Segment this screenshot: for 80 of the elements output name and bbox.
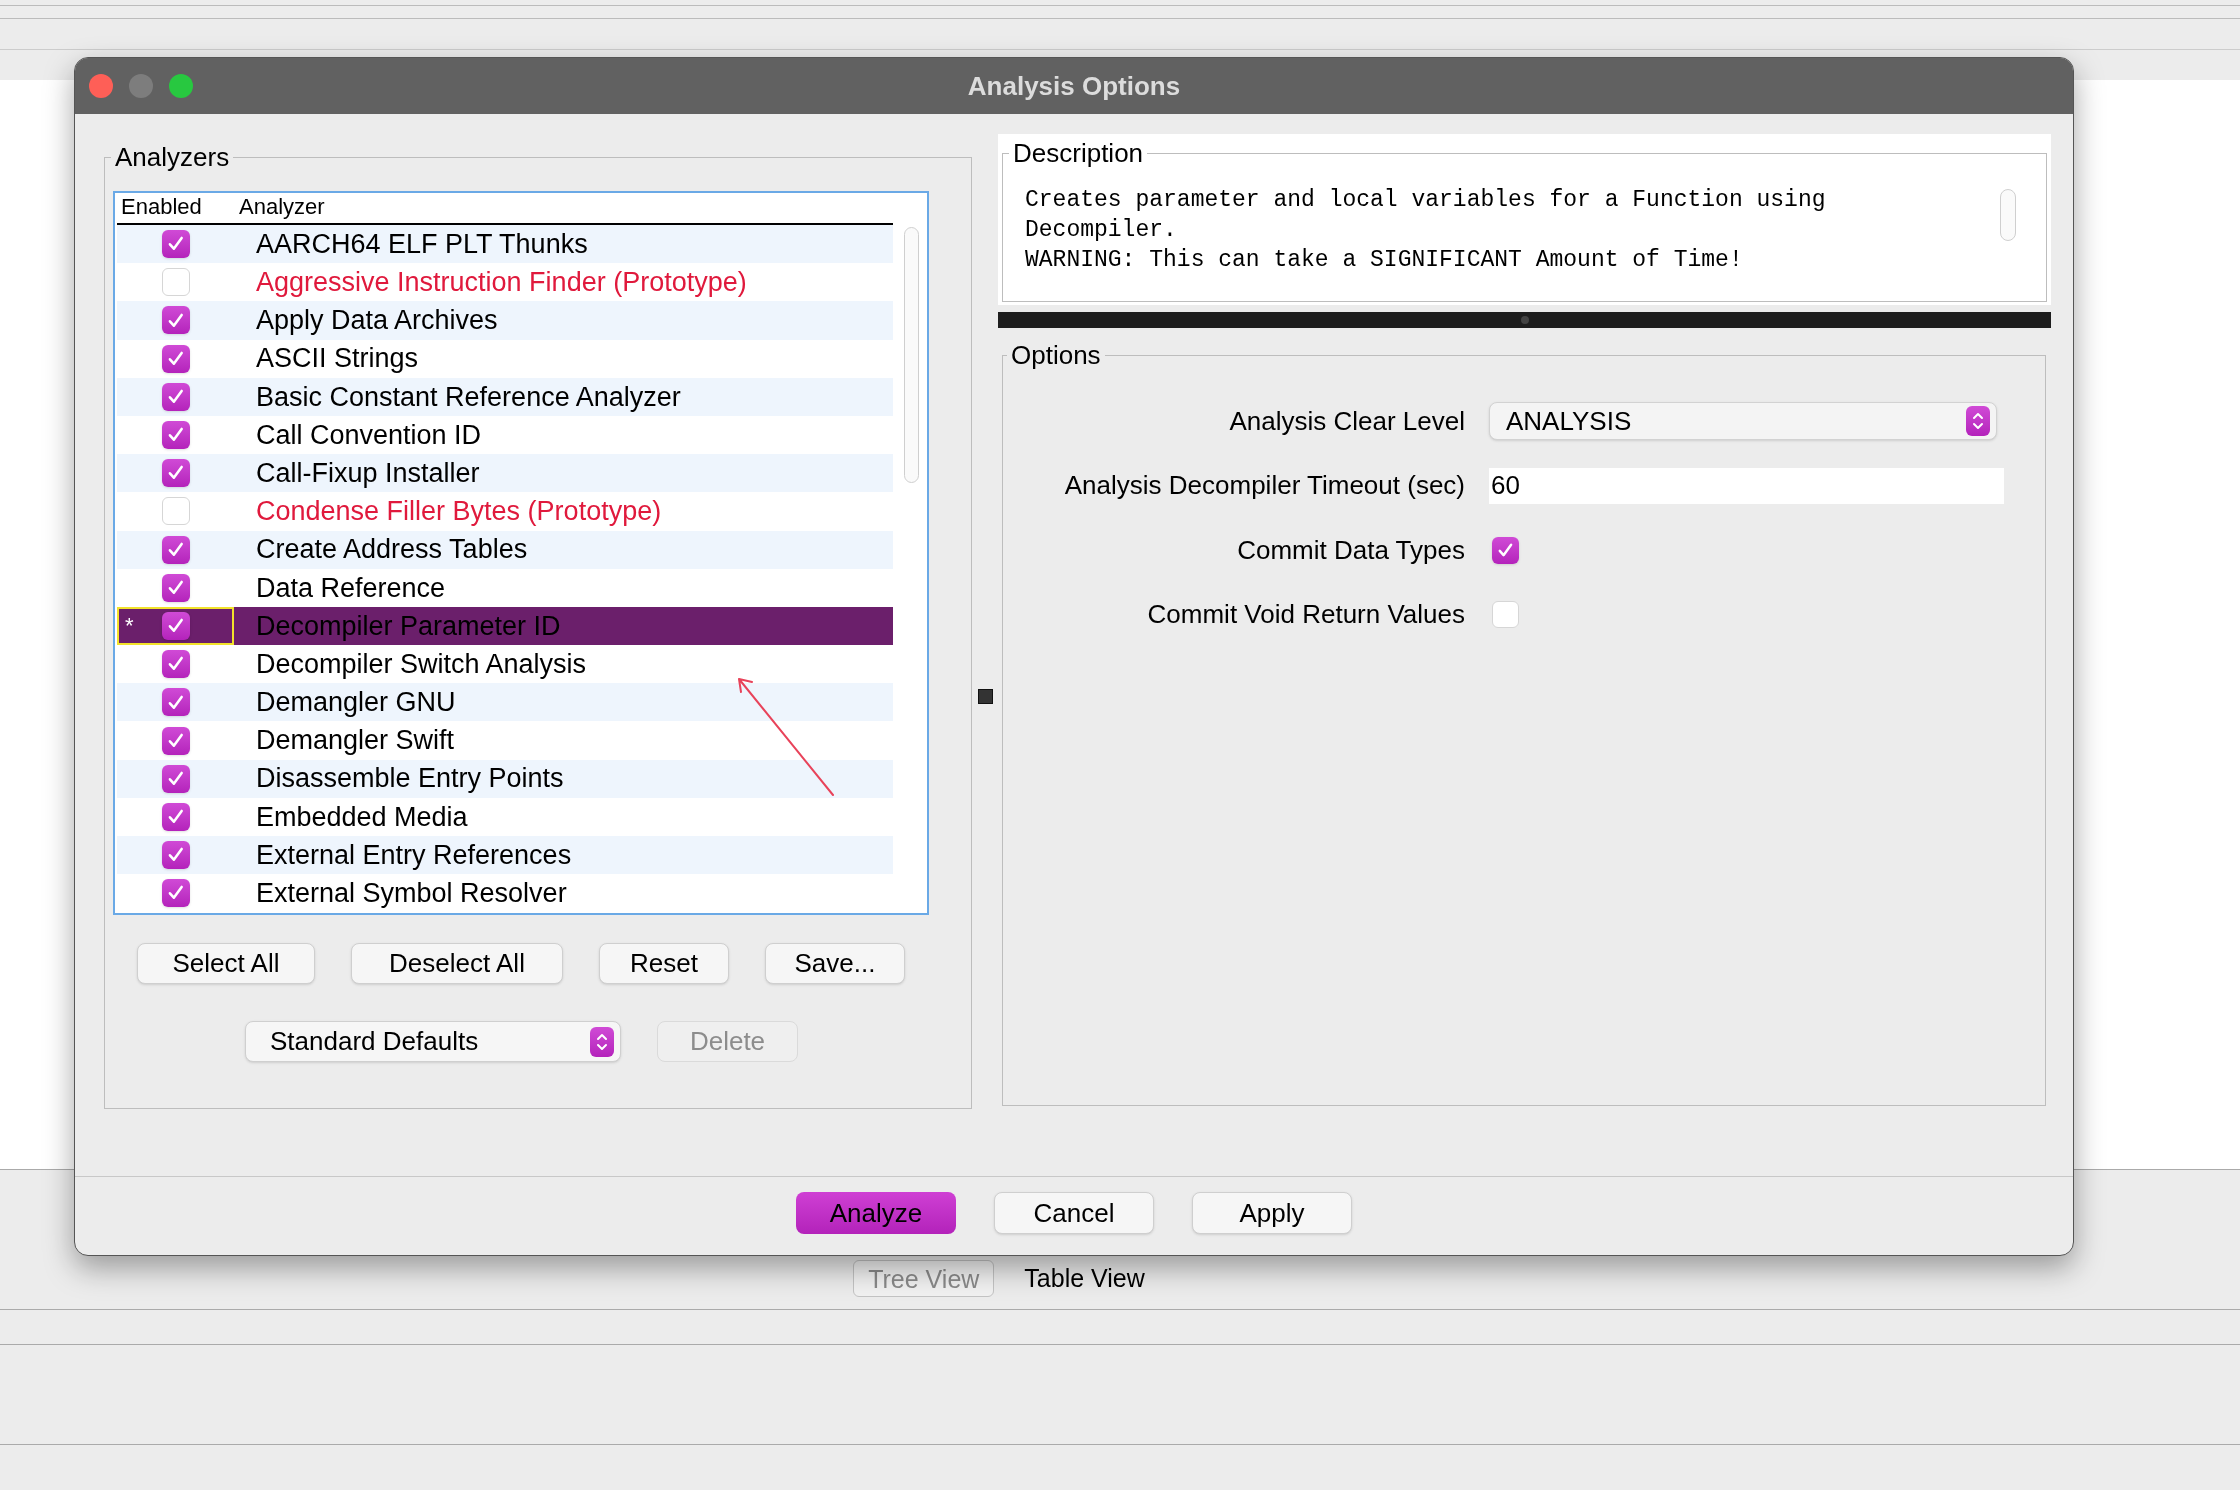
action-button[interactable]: Reset [599, 943, 729, 984]
checkbox[interactable] [161, 841, 190, 870]
scrollbar-thumb[interactable] [2000, 189, 2016, 241]
checkbox[interactable] [161, 230, 190, 259]
analyzer-name: Embedded Media [255, 800, 468, 834]
analyzer-name: AARCH64 ELF PLT Thunks [255, 227, 588, 261]
checkbox[interactable] [161, 650, 190, 679]
level-dropdown[interactable]: ANALYSIS [1489, 402, 1997, 441]
analyzer-row[interactable]: AARCH64 ELF PLT Thunks [117, 225, 893, 264]
timeout-field[interactable]: 60 [1489, 467, 2004, 504]
analyzer-name: Demangler GNU [255, 686, 456, 720]
analyzer-name: Data Reference [255, 571, 446, 605]
stepper-icon [590, 1026, 614, 1057]
checkbox[interactable] [1492, 601, 1519, 629]
analyzer-row[interactable]: Apply Data Archives [117, 301, 893, 340]
analyzer-name: Decompiler Switch Analysis [255, 647, 587, 681]
analyzer-name: Decompiler Parameter ID [255, 609, 561, 643]
grip-icon [1520, 316, 1529, 324]
checkbox[interactable] [161, 535, 190, 564]
defaults-dropdown[interactable]: Standard Defaults [245, 1021, 621, 1062]
checkbox[interactable] [1492, 536, 1519, 564]
enabled-cell[interactable]: * [117, 606, 234, 646]
stepper-icon [1966, 406, 1990, 437]
analyzer-name: External Symbol Resolver [255, 877, 567, 911]
analyzer-row[interactable]: External Entry References [117, 836, 893, 875]
checkbox[interactable] [161, 688, 190, 717]
analyzer-name: Demangler Swift [255, 724, 455, 758]
option-label: Commit Data Types [1236, 533, 1465, 567]
window-title: Analysis Options [967, 69, 1181, 103]
description-text: Creates parameter and local variables for a Function using [1025, 186, 1827, 215]
analyzer-name: External Entry References [255, 838, 572, 872]
checkbox[interactable] [161, 879, 190, 908]
checkbox[interactable] [161, 802, 190, 831]
analyzer-name: Apply Data Archives [255, 304, 498, 338]
checkbox[interactable] [161, 764, 190, 793]
view-tab[interactable]: Table View [1022, 1260, 1147, 1297]
checkbox[interactable] [161, 344, 190, 373]
dialog-button[interactable]: Cancel [994, 1192, 1154, 1234]
panel-title: Analyzers [114, 141, 231, 174]
scrollbar-thumb[interactable] [903, 227, 919, 483]
checkbox[interactable] [161, 497, 190, 526]
analyzer-name: Create Address Tables [255, 533, 528, 567]
checkbox[interactable] [161, 726, 190, 755]
panel-title: Options [1010, 339, 1102, 372]
splitter-handle[interactable] [977, 689, 993, 704]
analyzer-row[interactable]: * Decompiler Parameter ID [117, 606, 893, 646]
dialog-button[interactable]: Apply [1192, 1192, 1352, 1234]
analyzer-name: Condense Filler Bytes (Prototype) [255, 495, 662, 529]
checkbox[interactable] [161, 306, 190, 335]
analyzer-row[interactable]: Demangler GNU [117, 683, 893, 722]
analyzer-name: Disassemble Entry Points [255, 762, 564, 796]
option-label: Commit Void Return Values [1146, 598, 1465, 632]
analyzer-name: Call Convention ID [255, 418, 482, 452]
action-button[interactable]: Save... [765, 943, 905, 984]
action-button[interactable]: Select All [137, 943, 315, 984]
description-text: Decompiler. [1025, 216, 1178, 245]
column-header[interactable]: Enabled [117, 190, 239, 223]
analyzer-row[interactable]: Call-Fixup Installer [117, 454, 893, 493]
option-label: Analysis Decompiler Timeout (sec) [1063, 469, 1465, 503]
action-button[interactable]: Deselect All [351, 943, 563, 984]
column-header[interactable]: Analyzer [239, 190, 325, 223]
analyzer-row[interactable]: Disassemble Entry Points [117, 759, 893, 798]
option-label: Analysis Clear Level [1228, 404, 1465, 438]
analyzer-row[interactable]: Create Address Tables [117, 530, 893, 569]
analyzer-name: Call-Fixup Installer [255, 456, 480, 490]
checkbox[interactable] [161, 268, 190, 297]
analyzer-name: Basic Constant Reference Analyzer [255, 380, 681, 414]
checkbox[interactable] [161, 421, 190, 450]
panel-title: Description [1012, 137, 1145, 170]
description-text: WARNING: This can take a SIGNIFICANT Amount of Time! [1025, 246, 1744, 275]
checkbox[interactable] [161, 459, 190, 488]
analyzer-row[interactable]: Basic Constant Reference Analyzer [117, 377, 893, 416]
checkbox[interactable] [161, 611, 190, 640]
modified-marker: * [125, 611, 134, 640]
checkbox[interactable] [161, 573, 190, 602]
analyzer-name: Aggressive Instruction Finder (Prototype) [255, 266, 747, 300]
dialog-button[interactable]: Analyze [796, 1192, 956, 1234]
analyzer-name: ASCII Strings [255, 342, 419, 376]
checkbox[interactable] [161, 382, 190, 411]
zoom-icon[interactable] [169, 74, 193, 98]
